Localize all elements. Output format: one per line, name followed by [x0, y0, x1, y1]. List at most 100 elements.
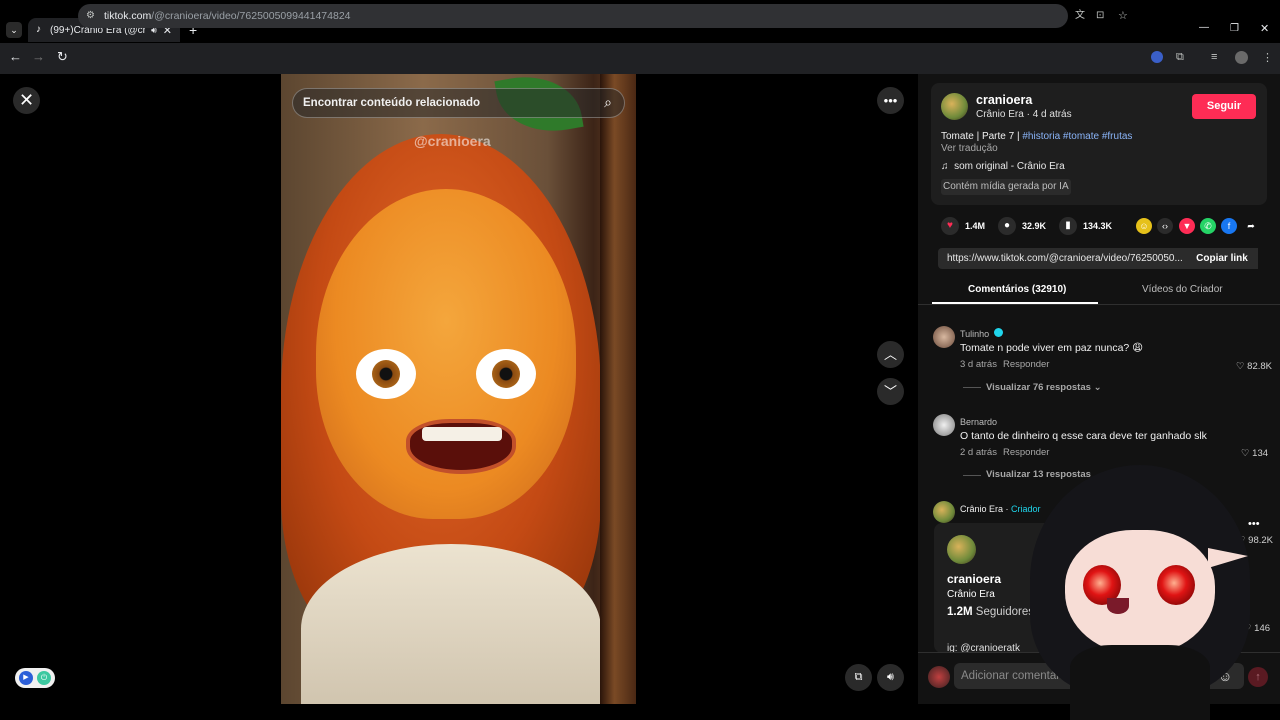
replies-line	[963, 475, 981, 476]
floating-player-button[interactable]: ⧉	[845, 664, 872, 691]
description-text: Tomate | Parte 7 |	[941, 131, 1023, 142]
related-search-input[interactable]: Encontrar conteúdo relacionado	[292, 88, 625, 118]
next-video-button[interactable]: ﹀	[877, 378, 904, 405]
vtuber-avatar-overlay	[1020, 430, 1260, 720]
play-icon: ▶	[19, 671, 33, 685]
avatar[interactable]	[947, 535, 976, 564]
comment-button[interactable]: ● 32.9K	[998, 217, 1046, 235]
comment-icon: ●	[998, 217, 1016, 235]
video-player[interactable]: @cranioera	[281, 74, 636, 704]
install-app-icon[interactable]: ⊡	[1096, 4, 1104, 28]
more-options-button[interactable]: •••	[877, 87, 904, 114]
avatar[interactable]	[941, 93, 968, 120]
video-watermark: @cranioera	[414, 133, 491, 149]
restore-icon[interactable]: ❐	[1230, 23, 1239, 34]
avatar[interactable]	[933, 414, 955, 436]
comment-like-count: 82.8K	[1247, 361, 1272, 372]
search-icon[interactable]: ⌕	[598, 92, 618, 112]
url-host: tiktok.com	[104, 10, 152, 22]
comment-time: 3 d atrás	[960, 359, 997, 370]
avatar[interactable]	[928, 666, 950, 688]
whatsapp-icon[interactable]: ✆	[1200, 218, 1216, 234]
video-character-mouth	[406, 419, 516, 474]
hashtag-links[interactable]: #historia #tomate #frutas	[1022, 131, 1132, 142]
tab-divider	[918, 304, 1280, 305]
save-count: 134.3K	[1083, 221, 1113, 231]
media-controls-icon[interactable]: ≡	[1211, 51, 1217, 63]
coin-share-icon[interactable]: ☺	[1136, 218, 1152, 234]
chevron-down-icon: ⌄	[1093, 382, 1102, 393]
vtuber-eye-right	[1157, 565, 1195, 605]
creator-comment-author: Crânio Era	[960, 504, 1004, 514]
save-button[interactable]: ▮ 134.3K	[1059, 217, 1112, 235]
video-door	[600, 74, 636, 704]
see-translation-link[interactable]: Ver tradução	[941, 143, 998, 154]
follower-number: 1.2M	[947, 606, 973, 618]
extension-blue-icon[interactable]	[1151, 51, 1163, 63]
tab-comments[interactable]: Comentários (32910)	[968, 284, 1066, 295]
power-icon: ⏻	[37, 671, 51, 685]
verified-badge-icon	[994, 328, 1003, 337]
avatar[interactable]	[933, 326, 955, 348]
extension-badge[interactable]: ▶ ⏻	[15, 668, 55, 688]
back-icon[interactable]: ←	[9, 49, 22, 64]
replies-line	[963, 387, 981, 388]
window-close-icon[interactable]: ✕	[1260, 22, 1269, 35]
music-label: som original - Crânio Era	[954, 161, 1065, 172]
heart-icon: ♥	[941, 217, 959, 235]
comment-author[interactable]: Bernardo	[960, 417, 997, 427]
site-info-icon[interactable]: ⚙	[86, 4, 95, 28]
url-bar[interactable]: ⚙ tiktok.com/@cranioera/video/7625005099…	[78, 4, 1128, 28]
minimize-icon[interactable]: —	[1199, 22, 1209, 33]
bookmark-star-icon[interactable]: ☆	[1118, 4, 1128, 28]
music-link[interactable]: ♫ som original - Crânio Era	[941, 161, 1065, 172]
close-video-button[interactable]: ✕	[13, 87, 40, 114]
extensions-puzzle-icon[interactable]: ⧉	[1176, 51, 1184, 64]
video-character-shirt	[301, 544, 601, 704]
comment-author[interactable]: Tulinho	[960, 329, 989, 339]
more-share-icon[interactable]: ➦	[1243, 218, 1259, 234]
translate-icon[interactable]: 文	[1075, 4, 1085, 28]
comment-like-button[interactable]: ♡ 82.8K	[1236, 361, 1272, 372]
hovercard-username[interactable]: cranioera	[947, 572, 1001, 586]
like-button[interactable]: ♥ 1.4M	[941, 217, 985, 235]
vtuber-mouth	[1107, 598, 1129, 614]
video-eye-right	[476, 349, 536, 399]
volume-button[interactable]: 🔊︎	[877, 664, 904, 691]
ai-content-label: Contém mídia gerada por IA	[941, 179, 1071, 195]
follow-button[interactable]: Seguir	[1192, 94, 1256, 119]
video-description: Tomate | Parte 7 | #historia #tomate #fr…	[941, 131, 1132, 142]
creator-username[interactable]: cranioera	[976, 93, 1032, 107]
heart-outline-icon: ♡	[1236, 361, 1245, 372]
tab-list-dropdown-button[interactable]: ⌄	[6, 22, 22, 38]
tiktok-favicon-icon: ♪	[36, 24, 41, 35]
reload-icon[interactable]: ↻	[57, 49, 68, 65]
bookmark-icon: ▮	[1059, 217, 1077, 235]
avatar[interactable]	[933, 501, 955, 523]
vtuber-body	[1070, 645, 1210, 720]
tab-creator-videos[interactable]: Vídeos do Criador	[1142, 284, 1223, 295]
video-eye-left	[356, 349, 416, 399]
profile-avatar-icon[interactable]	[1235, 51, 1248, 64]
url-path: /@cranioera/video/7625005099441474824	[151, 10, 351, 22]
creator-display-name: Crânio Era	[976, 109, 1024, 120]
browser-menu-icon[interactable]: ⋮	[1262, 51, 1273, 64]
address-toolbar	[0, 43, 1280, 74]
view-replies-label: Visualizar 76 respostas	[986, 382, 1091, 393]
facebook-icon[interactable]: f	[1221, 218, 1237, 234]
reply-button[interactable]: Responder	[1003, 359, 1049, 370]
embed-icon[interactable]: ‹›	[1157, 218, 1173, 234]
previous-video-button[interactable]: ︿	[877, 341, 904, 368]
send-to-friends-icon[interactable]: ▼	[1179, 218, 1195, 234]
music-note-icon: ♫	[941, 161, 949, 172]
comment-count: 32.9K	[1022, 221, 1047, 231]
like-count: 1.4M	[965, 221, 986, 231]
comment-text: Tomate n pode viver em paz nunca? 😩	[960, 342, 1144, 354]
post-date: 4 d atrás	[1032, 109, 1072, 120]
hovercard-display-name: Crânio Era	[947, 589, 995, 600]
view-replies-button[interactable]: Visualizar 76 respostas ⌄	[986, 382, 1102, 393]
forward-icon[interactable]: →	[32, 49, 45, 64]
comment-time: 2 d atrás	[960, 447, 997, 458]
creator-subtitle: Crânio Era · 4 d atrás	[976, 109, 1072, 120]
copy-link-button[interactable]: Copiar link	[1186, 248, 1258, 269]
